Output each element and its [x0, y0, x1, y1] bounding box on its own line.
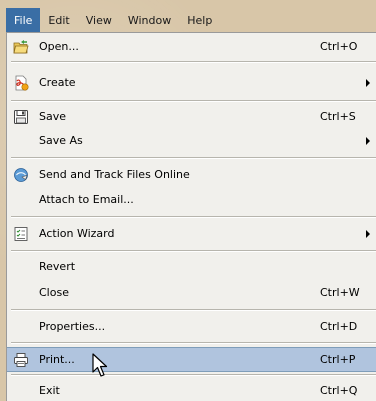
menubar-window[interactable]: Window	[120, 8, 179, 32]
menu-item-exit-shortcut: Ctrl+Q	[320, 384, 358, 397]
menu-item-send-track[interactable]: Send and Track Files Online	[7, 163, 376, 187]
menu-item-close-shortcut: Ctrl+W	[320, 286, 360, 299]
menubar-file[interactable]: File	[6, 8, 41, 32]
submenu-arrow-icon	[366, 230, 370, 238]
menu-separator	[11, 309, 376, 311]
menubar-view[interactable]: View	[78, 8, 120, 32]
menu-item-create-label: Create	[39, 76, 76, 89]
action-wizard-icon	[14, 227, 28, 241]
menu-item-close[interactable]: Close Ctrl+W	[7, 281, 376, 305]
menu-separator	[11, 216, 376, 218]
menu-item-save-shortcut: Ctrl+S	[320, 110, 356, 123]
menu-item-attach-email-label: Attach to Email...	[39, 193, 134, 206]
save-disk-icon	[14, 110, 28, 124]
menu-item-revert[interactable]: Revert	[7, 255, 376, 279]
menu-item-action-wizard-label: Action Wizard	[39, 227, 115, 240]
menu-separator	[11, 250, 376, 252]
send-track-icon	[14, 168, 28, 182]
menu-item-attach-email[interactable]: Attach to Email...	[7, 188, 376, 212]
menubar-help[interactable]: Help	[179, 8, 220, 32]
menu-item-revert-label: Revert	[39, 260, 76, 273]
file-menu: Open... Ctrl+O Create Save Ctrl+S Save A…	[6, 32, 376, 401]
menu-separator	[11, 100, 376, 102]
open-folder-icon	[13, 40, 29, 54]
printer-icon	[14, 353, 28, 367]
menu-separator	[11, 61, 376, 63]
menu-item-properties-shortcut: Ctrl+D	[320, 320, 358, 333]
menu-item-open-label: Open...	[39, 40, 79, 53]
menu-item-print[interactable]: Print... Ctrl+P	[7, 347, 376, 372]
menu-item-close-label: Close	[39, 286, 69, 299]
menu-item-send-track-label: Send and Track Files Online	[39, 168, 190, 181]
menu-item-open[interactable]: Open... Ctrl+O	[7, 35, 376, 59]
menu-separator	[11, 374, 376, 376]
menu-item-save-as-label: Save As	[39, 134, 83, 147]
create-pdf-icon	[15, 75, 29, 91]
menubar-edit[interactable]: Edit	[40, 8, 77, 32]
menu-bar: File Edit View Window Help	[6, 8, 220, 32]
submenu-arrow-icon	[366, 137, 370, 145]
menu-item-properties[interactable]: Properties... Ctrl+D	[7, 315, 376, 339]
menu-item-save-as[interactable]: Save As	[7, 129, 376, 153]
submenu-arrow-icon	[366, 79, 370, 87]
mouse-cursor-icon	[92, 353, 108, 377]
menu-item-action-wizard[interactable]: Action Wizard	[7, 222, 376, 246]
menu-item-exit[interactable]: Exit Ctrl+Q	[7, 379, 376, 401]
menu-item-properties-label: Properties...	[39, 320, 106, 333]
menu-item-save-label: Save	[39, 110, 67, 123]
menu-item-exit-label: Exit	[39, 384, 60, 397]
menu-separator	[11, 157, 376, 159]
menu-separator	[11, 342, 376, 344]
menu-item-print-label: Print...	[39, 353, 75, 366]
menu-item-open-shortcut: Ctrl+O	[320, 40, 358, 53]
menu-item-save[interactable]: Save Ctrl+S	[7, 105, 376, 129]
menu-item-create[interactable]: Create	[7, 71, 376, 95]
menu-item-print-shortcut: Ctrl+P	[320, 353, 356, 366]
